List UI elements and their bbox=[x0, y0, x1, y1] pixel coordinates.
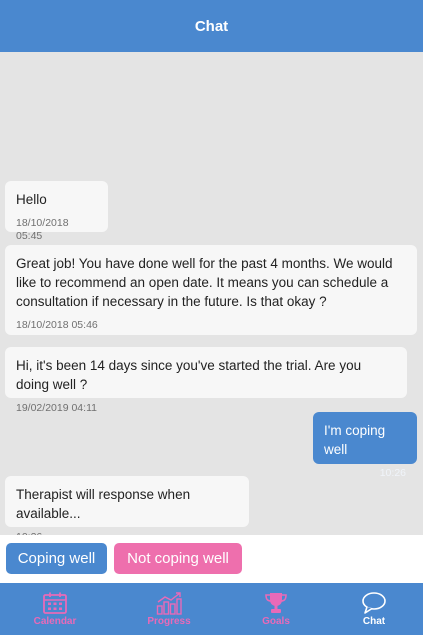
tab-label: Calendar bbox=[33, 616, 77, 627]
chat-bubble-icon bbox=[362, 592, 386, 614]
message-bubble: Hi, it's been 14 days since you've start… bbox=[5, 347, 407, 414]
message-text: Hello bbox=[16, 192, 47, 207]
progress-chart-icon bbox=[156, 592, 182, 615]
message-bubble: Hello 18/10/2018 05:45 bbox=[5, 181, 108, 242]
tab-calendar[interactable]: Calendar bbox=[15, 583, 95, 635]
message-bubble: Great job! You have done well for the pa… bbox=[5, 245, 417, 335]
bottom-tab-bar: Calendar Progress Goals Chat bbox=[0, 583, 423, 635]
tab-progress[interactable]: Progress bbox=[129, 583, 209, 635]
tab-chat[interactable]: Chat bbox=[334, 583, 414, 635]
message-text: Hi, it's been 14 days since you've start… bbox=[16, 358, 362, 392]
tab-label: Progress bbox=[147, 616, 191, 627]
message-time: 18/10/2018 05:45 bbox=[16, 217, 69, 242]
trophy-icon bbox=[265, 593, 287, 613]
tab-goals[interactable]: Goals bbox=[236, 583, 316, 635]
page-title: Chat bbox=[194, 17, 229, 35]
chat-area[interactable]: Hello 18/10/2018 05:45 Great job! You ha… bbox=[0, 52, 423, 543]
tab-label: Goals bbox=[262, 616, 290, 627]
message-time: 18/10/2018 05:46 bbox=[16, 319, 98, 331]
calendar-icon bbox=[43, 592, 67, 614]
header-bar: Chat bbox=[0, 0, 423, 52]
message-time: 10:26 bbox=[379, 467, 406, 479]
message-text: Great job! You have done well for the pa… bbox=[16, 256, 393, 309]
message-text: Therapist will response when available..… bbox=[16, 487, 191, 521]
tab-label: Chat bbox=[362, 616, 386, 627]
status-message-bubble: Therapist will response when available..… bbox=[5, 476, 249, 543]
message-text: I'm coping well bbox=[324, 423, 386, 457]
not-coping-well-button[interactable]: Not coping well bbox=[114, 543, 242, 574]
quick-reply-bar: Coping well Not coping well bbox=[0, 535, 423, 583]
coping-well-button[interactable]: Coping well bbox=[6, 543, 107, 574]
my-message-bubble: I'm coping well 10:26 bbox=[313, 412, 417, 479]
